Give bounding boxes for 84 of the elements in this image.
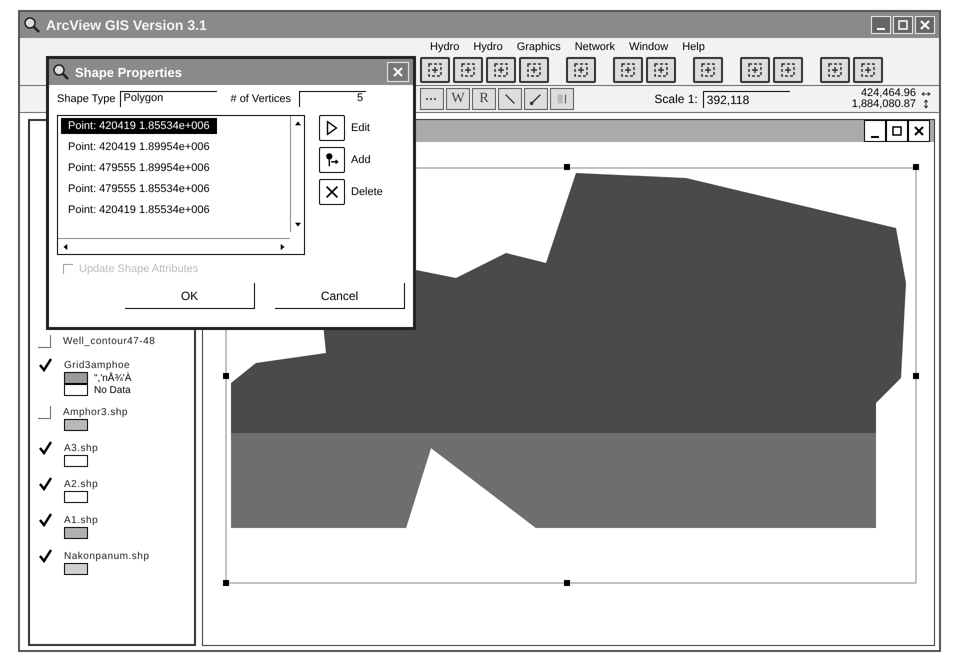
theme-checkbox[interactable]	[38, 477, 52, 491]
close-icon	[913, 125, 925, 137]
toolbar-button[interactable]	[853, 57, 883, 83]
theme-name: Well_contour47-48	[63, 336, 156, 347]
vertex-tool-button[interactable]	[319, 179, 345, 205]
vertex-item[interactable]: Point: 479555 1.85534e+006	[61, 181, 217, 197]
action-label: Add	[351, 154, 371, 166]
down-arrow-icon	[294, 222, 302, 228]
theme-name: A3.shp	[64, 442, 98, 454]
scale-field[interactable]: 392,118	[702, 90, 790, 108]
toolbar-button[interactable]	[453, 57, 483, 83]
toolbar-button[interactable]	[646, 57, 676, 83]
update-attributes-label: Update Shape Attributes	[79, 263, 198, 275]
theme-checkbox[interactable]	[38, 441, 52, 455]
toolbar-button[interactable]	[519, 57, 549, 83]
toolbar-button[interactable]	[486, 57, 516, 83]
maximize-button[interactable]	[886, 120, 908, 142]
tool-button[interactable]: W	[446, 88, 470, 110]
legend-label: No Data	[94, 384, 131, 396]
action-label: Edit	[351, 122, 370, 134]
theme-checkbox[interactable]	[38, 513, 52, 527]
maximize-icon	[891, 125, 903, 137]
theme-checkbox[interactable]	[38, 406, 51, 419]
vertex-item[interactable]: Point: 420419 1.85534e+006	[61, 202, 217, 218]
vertex-item[interactable]: Point: 420419 1.85534e+006	[61, 118, 217, 134]
vertices-field[interactable]: 5	[299, 91, 366, 107]
add-vertex-icon	[323, 151, 341, 169]
menu-item[interactable]: Graphics	[516, 41, 561, 53]
theme-name: Grid3amphoe	[64, 360, 130, 370]
minimize-icon	[871, 136, 879, 138]
delete-icon	[323, 183, 341, 201]
up-arrow-icon	[294, 120, 302, 126]
vertex-item[interactable]: Point: 420419 1.89954e+006	[61, 139, 217, 155]
theme-name: A1.shp	[64, 514, 98, 526]
toolbar-button[interactable]	[550, 88, 574, 110]
toolbar-button[interactable]	[740, 57, 770, 83]
minimize-icon	[877, 28, 885, 30]
maximize-icon	[897, 19, 909, 31]
x-coordinate: 424,464.96	[860, 88, 916, 99]
vertices-label: # of Vertices	[230, 93, 292, 105]
minimize-button[interactable]	[864, 120, 886, 142]
vertex-item[interactable]: Point: 479555 1.89954e+006	[61, 160, 217, 176]
theme-checkbox[interactable]	[38, 335, 51, 348]
vertical-scrollbar[interactable]	[290, 116, 304, 232]
shape-type-field[interactable]: Polygon	[120, 91, 217, 107]
action-label: Delete	[351, 186, 383, 198]
toolbar-button[interactable]	[524, 88, 548, 110]
dialog-title: Shape Properties	[75, 64, 182, 80]
magnifier-icon	[53, 64, 69, 80]
toolbar-button[interactable]	[693, 57, 723, 83]
shape-type-label: Shape Type	[57, 93, 116, 105]
menu-item[interactable]: Hydro	[473, 41, 503, 53]
legend-label: ",'nÅ¾'À	[94, 372, 132, 384]
cancel-button[interactable]: Cancel	[275, 283, 405, 309]
menu-item[interactable]: Hydro	[430, 41, 460, 53]
right-arrow-icon	[280, 242, 286, 250]
close-button[interactable]	[908, 120, 930, 142]
menu-item[interactable]: Window	[629, 41, 668, 53]
tool-button[interactable]: R	[472, 88, 496, 110]
toolbar-button[interactable]	[420, 57, 450, 83]
vertex-tool-button[interactable]	[319, 147, 345, 173]
window-title: ArcView GIS Version 3.1	[46, 17, 207, 33]
toolbar-button[interactable]	[820, 57, 850, 83]
theme-checkbox[interactable]	[38, 549, 52, 563]
ok-button[interactable]: OK	[125, 283, 255, 309]
toolbar-button[interactable]	[566, 57, 596, 83]
toolbar-button[interactable]	[420, 88, 444, 110]
menu-item[interactable]: Network	[574, 41, 616, 53]
theme-name: Nakonpanum.shp	[64, 550, 150, 562]
toolbar-button[interactable]	[498, 88, 522, 110]
scale-label: Scale 1:	[654, 92, 698, 106]
toolbar-button[interactable]	[773, 57, 803, 83]
theme-checkbox[interactable]	[38, 358, 52, 372]
left-arrow-icon	[62, 242, 68, 250]
theme-name: Amphor3.shp	[63, 407, 128, 418]
split-icon	[555, 92, 569, 106]
close-icon	[919, 19, 931, 31]
line-tool-icon	[529, 92, 543, 106]
close-icon	[392, 66, 404, 78]
y-coordinate: 1,884,080.87	[852, 99, 916, 110]
menu-item[interactable]: Help	[682, 41, 705, 53]
toolbar-button[interactable]	[613, 57, 643, 83]
theme-name: A2.shp	[64, 478, 98, 490]
vertex-tool-button[interactable]	[319, 115, 345, 141]
